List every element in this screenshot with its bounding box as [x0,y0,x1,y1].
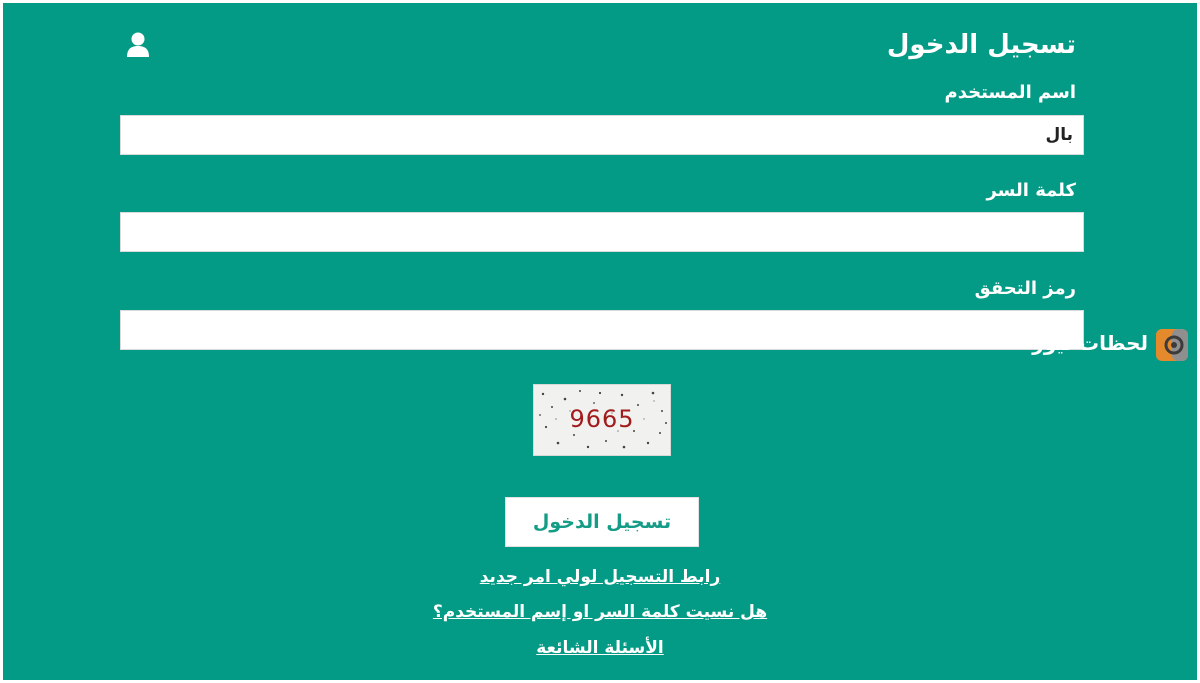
captcha-code: 9665 [569,405,635,433]
captcha-input[interactable] [120,310,1084,350]
forgot-credentials-link[interactable]: هل نسيت كلمة السر او إسم المستخدم؟ [300,602,900,622]
password-input[interactable] [120,212,1084,252]
watermark-logo-icon [1156,329,1188,361]
faq-link[interactable]: الأسئلة الشائعة [300,638,900,658]
captcha-image: 9665 [533,384,671,456]
captcha-label: رمز التحقق [974,278,1076,299]
username-input[interactable] [120,115,1084,155]
watermark: لحظات نيوز [1032,325,1194,365]
watermark-text: لحظات نيوز [1032,331,1148,355]
login-button[interactable]: تسجيل الدخول [505,497,699,547]
register-parent-link[interactable]: رابط التسجيل لولي امر جديد [300,567,900,587]
user-icon [127,32,149,57]
page-title: تسجيل الدخول [886,30,1076,60]
username-label: اسم المستخدم [944,82,1076,103]
password-label: كلمة السر [986,180,1076,201]
login-header: تسجيل الدخول [120,30,1076,74]
